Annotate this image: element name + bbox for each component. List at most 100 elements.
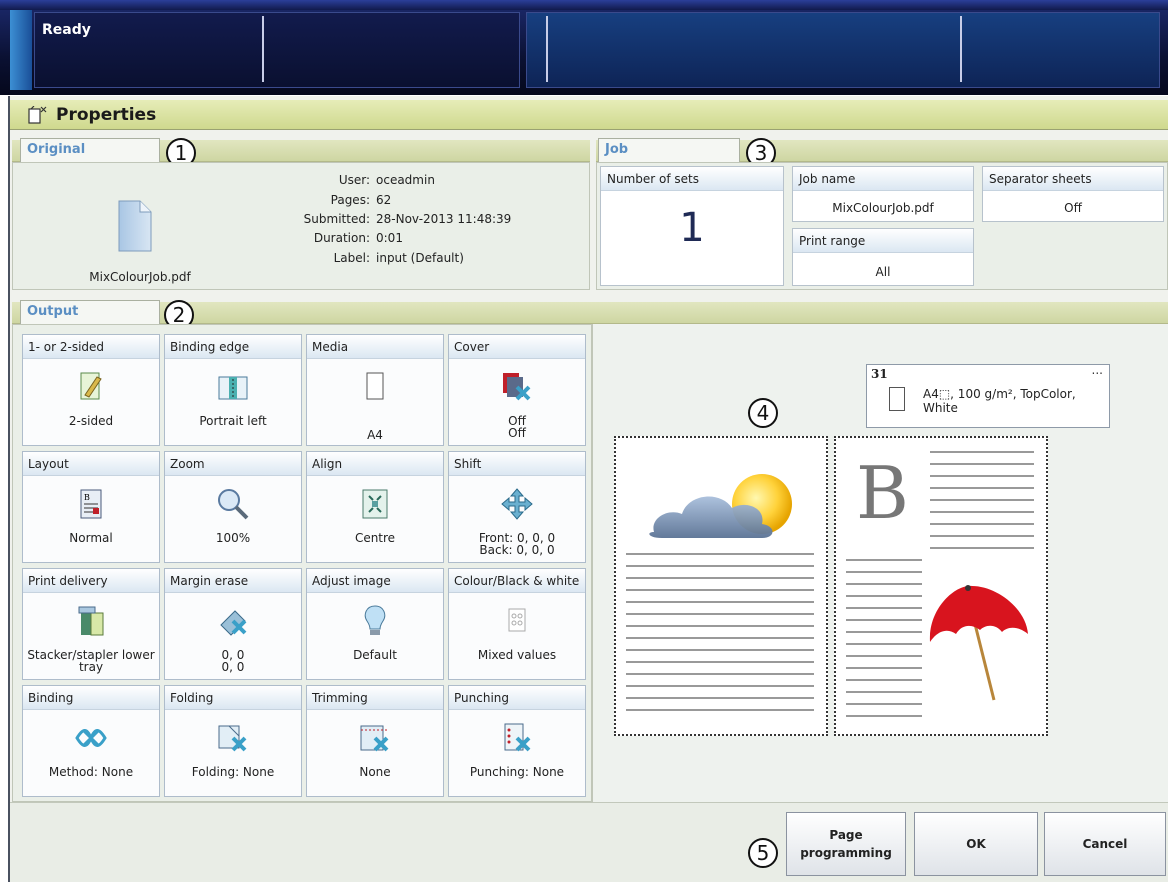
output-tile[interactable]: Trimming None	[306, 685, 444, 797]
separator-sheets-card[interactable]: Separator sheets Off	[982, 166, 1164, 222]
tile-label: Media	[307, 335, 443, 359]
tab-output[interactable]: Output	[20, 300, 160, 324]
info-value: oceadmin	[376, 173, 435, 187]
tile-label: Align	[307, 452, 443, 476]
output-tile[interactable]: Print delivery Stacker/stapler lower tray	[22, 568, 160, 680]
folding-icon	[215, 720, 251, 756]
job-name-card[interactable]: Job name MixColourJob.pdf	[792, 166, 974, 222]
tile-value: Normal	[27, 532, 155, 544]
output-tile[interactable]: Folding Folding: None	[164, 685, 302, 797]
output-tile[interactable]: Cover Off Off	[448, 334, 586, 446]
status-bar: Ready	[0, 0, 1168, 95]
more-icon[interactable]: ...	[1092, 363, 1103, 377]
tile-value-line: Default	[353, 648, 397, 662]
tile-label: Folding	[165, 686, 301, 710]
print-range-label: Print range	[793, 229, 973, 253]
tile-value-line: Punching: None	[469, 765, 565, 779]
output-tile[interactable]: Media A4	[306, 334, 444, 446]
tile-value: Front: 0, 0, 0 Back: 0, 0, 0	[453, 532, 581, 556]
callout-4: 4	[748, 398, 778, 428]
info-value: 28-Nov-2013 11:48:39	[376, 212, 512, 226]
media-number: 31	[871, 367, 888, 381]
tile-value: A4	[311, 429, 439, 441]
status-pane-left	[34, 12, 520, 88]
tab-original[interactable]: Original	[20, 138, 160, 162]
properties-header: Properties	[10, 100, 1168, 130]
output-tile[interactable]: Adjust image Default	[306, 568, 444, 680]
adjust-image-icon	[357, 603, 393, 639]
info-label: Submitted:	[303, 212, 370, 226]
output-tile[interactable]: Margin erase 0, 0 0, 0	[164, 568, 302, 680]
status-divider	[960, 16, 962, 82]
tile-value: Punching: None	[453, 766, 581, 778]
tile-value: Centre	[311, 532, 439, 544]
print-range-card[interactable]: Print range All	[792, 228, 974, 286]
status-divider	[262, 16, 264, 82]
tile-value: Folding: None	[169, 766, 297, 778]
tile-value-line: Method: None	[48, 765, 134, 779]
status-bar-edge	[10, 10, 32, 90]
zoom-icon	[215, 486, 251, 522]
media-sheet-icon	[889, 387, 905, 411]
tile-value-line: Folding: None	[191, 765, 275, 779]
layout-icon: B	[73, 486, 109, 522]
binding-icon	[73, 720, 109, 756]
output-tile[interactable]: Layout B Normal	[22, 451, 160, 563]
job-name-value: MixColourJob.pdf	[832, 201, 934, 215]
output-tile[interactable]: Shift Front: 0, 0, 0 Back: 0, 0, 0	[448, 451, 586, 563]
info-label: Duration:	[313, 231, 370, 245]
output-tile[interactable]: Punching Punching: None	[448, 685, 586, 797]
colour-mode-icon	[499, 603, 535, 639]
trimming-icon	[357, 720, 393, 756]
preview-letter: B	[856, 451, 909, 535]
weather-illustration	[626, 474, 814, 711]
tile-label: Margin erase	[165, 569, 301, 593]
tab-job[interactable]: Job	[598, 138, 740, 162]
output-tile[interactable]: Binding Method: None	[22, 685, 160, 797]
tile-label: Print delivery	[23, 569, 159, 593]
tile-value-line: Mixed values	[477, 648, 557, 662]
media-card[interactable]: 31 ... A4⬚, 100 g/m², TopColor, White	[866, 363, 1110, 428]
punching-icon	[499, 720, 535, 756]
document-icon	[118, 200, 152, 252]
original-filename: MixColourJob.pdf	[89, 270, 191, 284]
tile-value-line: 0, 0	[221, 660, 245, 674]
output-tile[interactable]: 1- or 2-sided 2-sided	[22, 334, 160, 446]
output-tile[interactable]: Align Centre	[306, 451, 444, 563]
number-of-sets-card[interactable]: Number of sets 1	[600, 166, 784, 286]
tile-label: Zoom	[165, 452, 301, 476]
cancel-button[interactable]: Cancel	[1044, 812, 1166, 876]
tile-value-line: A4	[367, 428, 383, 442]
info-value: input (Default)	[376, 251, 464, 265]
preview-page-right: B	[834, 436, 1048, 736]
status-pane-right	[526, 12, 1160, 88]
output-tile[interactable]: Colour/Black & white Mixed values	[448, 568, 586, 680]
properties-icon	[28, 106, 47, 124]
tile-label: Adjust image	[307, 569, 443, 593]
ok-button[interactable]: OK	[914, 812, 1038, 876]
tile-value-line: 100%	[215, 531, 251, 545]
media-description: A4⬚, 100 g/m², TopColor, White	[923, 387, 1076, 415]
callout-5: 5	[748, 838, 778, 868]
tile-label: Shift	[449, 452, 585, 476]
separator-sheets-label: Separator sheets	[983, 167, 1163, 191]
tile-label: Trimming	[307, 686, 443, 710]
output-tile[interactable]: Binding edge Portrait left	[164, 334, 302, 446]
info-label: Label:	[333, 251, 370, 265]
status-bar-accent	[0, 0, 1168, 10]
tile-label: Punching	[449, 686, 585, 710]
number-of-sets-label: Number of sets	[601, 167, 783, 191]
tile-value: 2-sided	[27, 415, 155, 427]
tile-label: Binding edge	[165, 335, 301, 359]
preview-page-left	[614, 436, 828, 736]
output-tile[interactable]: Zoom 100%	[164, 451, 302, 563]
align-icon	[357, 486, 393, 522]
info-label: User:	[338, 173, 370, 187]
page-programming-button[interactable]: Page programming	[786, 812, 906, 876]
print-range-value: All	[875, 265, 891, 279]
svg-text:B: B	[84, 493, 90, 502]
tile-label: Binding	[23, 686, 159, 710]
info-value: 62	[376, 193, 392, 207]
tile-value: Mixed values	[453, 649, 581, 661]
tile-label: Cover	[449, 335, 585, 359]
